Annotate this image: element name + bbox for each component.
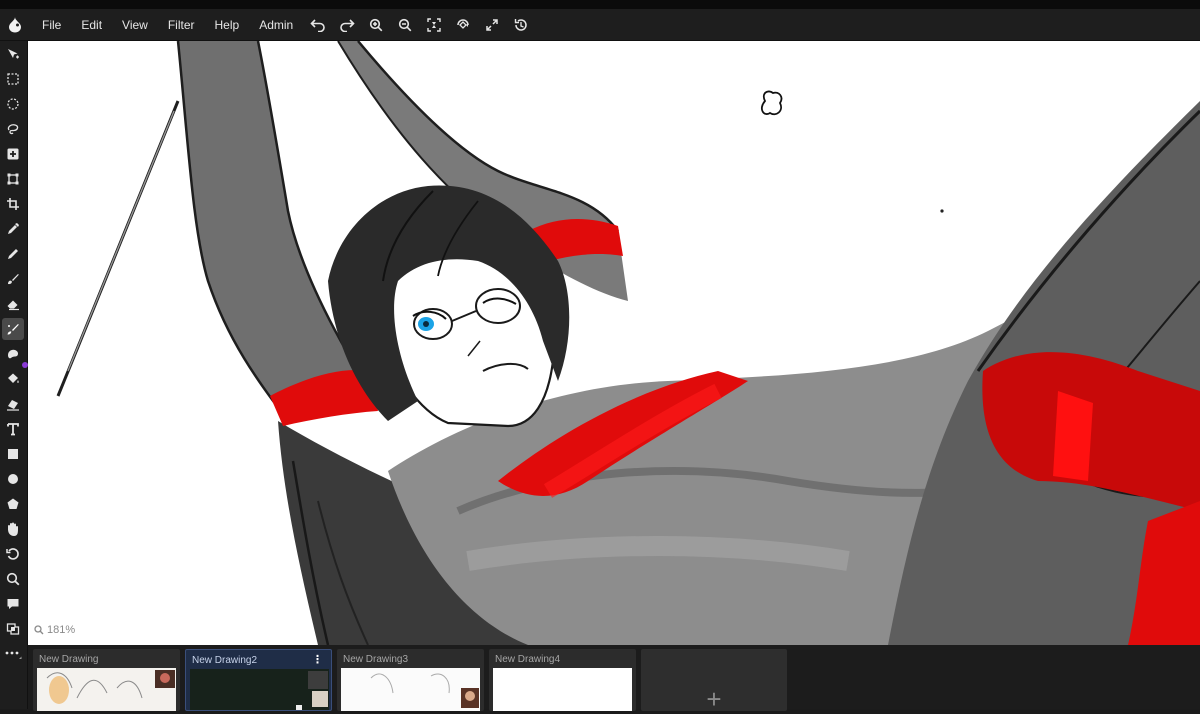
- zoom-tool-icon[interactable]: [2, 568, 24, 590]
- redo-icon[interactable]: [332, 9, 361, 41]
- eyedropper-icon[interactable]: [2, 218, 24, 240]
- drawing-tab-2[interactable]: New Drawing2 ⋮: [185, 649, 332, 711]
- ellipse-shape-icon[interactable]: [2, 468, 24, 490]
- eraser-icon[interactable]: [2, 293, 24, 315]
- drawing-canvas[interactable]: [28, 41, 1200, 645]
- zoom-fit-icon[interactable]: [419, 9, 448, 41]
- tab-options-icon[interactable]: ⋮: [312, 655, 323, 666]
- drawing-tab-label: New Drawing: [39, 654, 99, 665]
- text-tool-icon[interactable]: [2, 418, 24, 440]
- menu-help[interactable]: Help: [205, 9, 250, 41]
- menu-bar: File Edit View Filter Help Admin: [0, 9, 1200, 41]
- zoom-indicator-icon: [34, 625, 44, 635]
- drawing-tab-1[interactable]: New Drawing: [33, 649, 180, 711]
- menu-file[interactable]: File: [30, 9, 71, 41]
- plus-icon: +: [706, 684, 722, 714]
- menu-view[interactable]: View: [112, 9, 158, 41]
- drawing-tab-label: New Drawing4: [495, 654, 561, 665]
- blur-icon[interactable]: [2, 343, 28, 368]
- pen-icon[interactable]: [2, 243, 24, 265]
- drawing-tab-thumbnail: [190, 669, 329, 710]
- rotate-icon[interactable]: [2, 543, 24, 565]
- rectangle-shape-icon[interactable]: [2, 443, 24, 465]
- zoom-out-icon[interactable]: [390, 9, 419, 41]
- smudge-tool-icon[interactable]: [2, 318, 24, 340]
- drawing-tab-thumbnail: [341, 668, 480, 711]
- artwork: [56, 41, 1200, 645]
- undo-icon[interactable]: [303, 9, 332, 41]
- fullscreen-icon[interactable]: [477, 9, 506, 41]
- zoom-in-icon[interactable]: [361, 9, 390, 41]
- transform-icon[interactable]: [2, 168, 24, 190]
- drawing-tabs-bar: New Drawing New Drawing2 ⋮ New Drawing3 …: [28, 645, 1200, 714]
- menu-edit[interactable]: Edit: [71, 9, 112, 41]
- menu-admin[interactable]: Admin: [249, 9, 303, 41]
- tool-sidebar: [0, 41, 28, 709]
- fill-bucket-icon[interactable]: [2, 368, 24, 390]
- add-layer-icon[interactable]: [2, 143, 24, 165]
- menu-filter[interactable]: Filter: [158, 9, 205, 41]
- move-tool-icon[interactable]: [2, 43, 24, 65]
- rotate-view-icon[interactable]: [448, 9, 477, 41]
- zoom-indicator: 181%: [34, 624, 75, 636]
- more-tools-icon[interactable]: [2, 643, 24, 665]
- lasso-icon[interactable]: [2, 118, 24, 140]
- comment-icon[interactable]: [2, 593, 24, 615]
- app-logo-icon[interactable]: [0, 9, 30, 41]
- layers-panel-icon[interactable]: [2, 618, 24, 640]
- brush-icon[interactable]: [2, 268, 24, 290]
- new-drawing-button[interactable]: +: [641, 649, 787, 714]
- reset-view-icon[interactable]: [506, 9, 535, 41]
- drawing-tab-3[interactable]: New Drawing3: [337, 649, 484, 711]
- drawing-tab-label: New Drawing3: [343, 654, 409, 665]
- polygon-shape-icon[interactable]: [2, 493, 24, 515]
- ellipse-select-icon[interactable]: [2, 93, 24, 115]
- gradient-icon[interactable]: [2, 393, 24, 415]
- rect-select-icon[interactable]: [2, 68, 24, 90]
- drawing-tab-thumbnail: [37, 668, 176, 711]
- hand-pan-icon[interactable]: [2, 518, 24, 540]
- crop-icon[interactable]: [2, 193, 24, 215]
- zoom-level: 181%: [47, 624, 76, 636]
- drawing-tab-thumbnail: [493, 668, 632, 711]
- drawing-tab-4[interactable]: New Drawing4: [489, 649, 636, 711]
- drawing-tab-label: New Drawing2: [192, 655, 258, 666]
